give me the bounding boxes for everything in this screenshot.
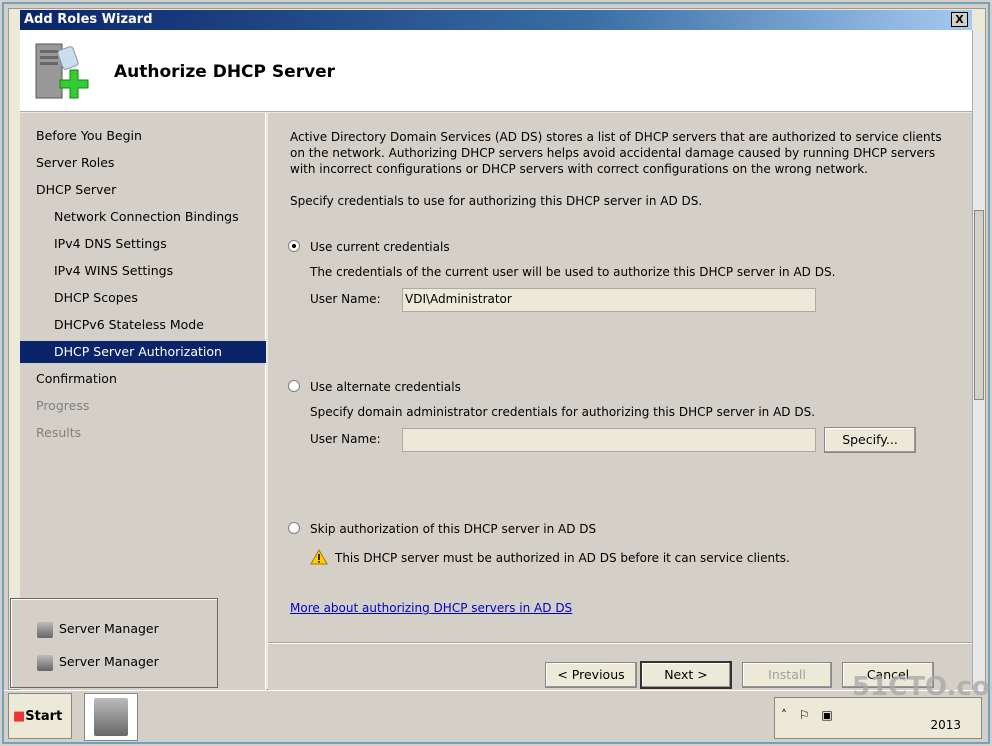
action-center-flag-icon[interactable]: ⚐ <box>799 708 810 722</box>
windows-logo-icon: ■ <box>13 709 26 724</box>
nav-item[interactable]: DHCP Server <box>20 179 266 201</box>
scrollbar[interactable] <box>972 30 984 690</box>
nav-item[interactable]: Before You Begin <box>20 125 266 147</box>
start-button[interactable]: ■Start <box>8 693 72 739</box>
nav-item[interactable]: DHCP Server Authorization <box>20 341 266 363</box>
label-alternate-credentials: Use alternate credentials <box>310 380 461 394</box>
wizard-header: Authorize DHCP Server <box>20 30 972 112</box>
network-icon[interactable]: ▣ <box>821 708 832 722</box>
window-title: Add Roles Wizard <box>24 12 153 27</box>
help-link[interactable]: More about authorizing DHCP servers in A… <box>290 600 572 616</box>
nav-item[interactable]: Network Connection Bindings <box>20 206 266 228</box>
system-tray: ˄ ⚐ ▣ 2013 <box>774 697 982 739</box>
alternate-credentials-desc: Specify domain administrator credentials… <box>310 405 816 419</box>
previous-button[interactable]: < Previous <box>545 662 637 688</box>
popup-item-server-manager[interactable]: Server Manager <box>37 654 159 671</box>
alternate-user-name-field[interactable] <box>402 428 816 452</box>
nav-item[interactable]: IPv4 WINS Settings <box>20 260 266 282</box>
wizard-content: Active Directory Domain Services (AD DS)… <box>268 113 972 690</box>
popup-item-label: Server Manager <box>59 654 159 669</box>
title-bar: Add Roles Wizard X <box>20 10 972 30</box>
current-user-name-field[interactable]: VDI\Administrator <box>402 288 816 312</box>
current-credentials-desc: The credentials of the current user will… <box>310 265 836 279</box>
taskbar-app-server-manager[interactable] <box>84 693 138 741</box>
nav-item[interactable]: Server Roles <box>20 152 266 174</box>
user-name-label: User Name: <box>310 292 381 306</box>
page-title: Authorize DHCP Server <box>114 62 336 82</box>
nav-item[interactable]: DHCPv6 Stateless Mode <box>20 314 266 336</box>
popup-item-label: Server Manager <box>59 621 159 636</box>
skip-warning-text: This DHCP server must be authorized in A… <box>335 551 790 565</box>
radio-skip-authorization[interactable] <box>288 522 300 534</box>
server-manager-icon <box>37 654 53 671</box>
next-button[interactable]: Next > <box>640 661 732 689</box>
watermark: 51CTO.com <box>852 672 992 702</box>
intro-text: Active Directory Domain Services (AD DS)… <box>290 130 942 176</box>
label-current-credentials: Use current credentials <box>310 240 450 254</box>
server-add-icon <box>35 43 89 99</box>
server-manager-icon <box>37 621 53 638</box>
taskbar-popup: Server Manager Server Manager <box>10 598 218 688</box>
specify-text: Specify credentials to use for authorizi… <box>290 194 703 208</box>
nav-item[interactable]: DHCP Scopes <box>20 287 266 309</box>
specify-button[interactable]: Specify... <box>824 427 916 453</box>
taskbar: ■Start ˄ ⚐ ▣ 2013 <box>4 690 988 742</box>
alt-user-name-label: User Name: <box>310 432 381 446</box>
radio-current-credentials[interactable] <box>288 240 300 252</box>
nav-item[interactable]: IPv4 DNS Settings <box>20 233 266 255</box>
nav-item[interactable]: Results <box>20 422 266 444</box>
button-separator <box>268 642 972 644</box>
clock-year[interactable]: 2013 <box>930 718 961 732</box>
nav-item[interactable]: Progress <box>20 395 266 417</box>
show-hidden-icons-icon[interactable]: ˄ <box>781 708 787 722</box>
scrollbar-thumb[interactable] <box>974 210 984 400</box>
install-button[interactable]: Install <box>742 662 832 688</box>
label-skip-authorization: Skip authorization of this DHCP server i… <box>310 522 597 536</box>
popup-item-server-manager[interactable]: Server Manager <box>37 621 159 638</box>
server-manager-icon <box>94 698 128 736</box>
close-button[interactable]: X <box>951 12 968 27</box>
nav-item[interactable]: Confirmation <box>20 368 266 390</box>
start-label: Start <box>25 709 63 724</box>
radio-alternate-credentials[interactable] <box>288 380 300 392</box>
warning-icon <box>310 549 328 565</box>
